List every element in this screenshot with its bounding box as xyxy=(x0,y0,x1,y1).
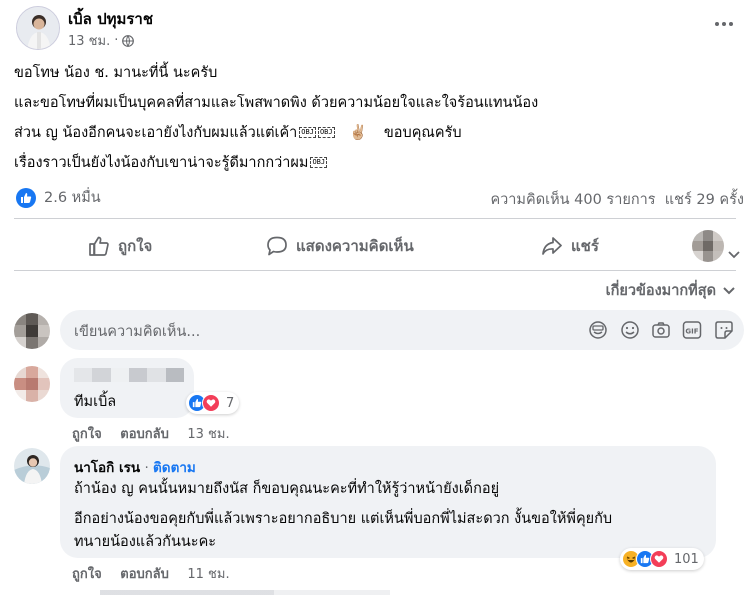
emoji-icon[interactable] xyxy=(620,320,640,340)
comment-time[interactable]: 13 ชม. xyxy=(187,427,229,442)
reply-preview-cutoff[interactable] xyxy=(100,590,390,595)
comment-text-line-2: อีกอย่างน้องขอคุยกับพี่แล้วเพราะอยากอธิบ… xyxy=(74,511,613,527)
comment-actions: ถูกใจ ตอบกลับ 11 ชม. xyxy=(72,563,244,584)
comment-composer[interactable]: เขียนความคิดเห็น... GIF xyxy=(60,310,744,350)
comment-like-button[interactable]: ถูกใจ xyxy=(72,567,102,582)
post-line-4: เรื่องราวเป็นยังไงน้องกับเขาน่าจะรู้ดีมา… xyxy=(14,155,328,171)
globe-icon xyxy=(122,34,135,47)
love-reaction-icon xyxy=(202,394,220,412)
obj-placeholder: OBJ xyxy=(317,127,335,138)
post-time[interactable]: 13 ชม. xyxy=(68,30,110,51)
commenter-name-redacted[interactable] xyxy=(74,368,184,382)
love-reaction-icon xyxy=(650,550,668,568)
follow-button[interactable]: ติดตาม xyxy=(153,460,196,476)
comment-button[interactable]: แสดงความคิดเห็น xyxy=(266,228,414,264)
current-user-avatar[interactable] xyxy=(14,313,50,349)
comment-bubble: นาโอกิ เรน · ติดตาม ถ้าน้อง ญ คนนั้นหมาย… xyxy=(60,446,716,558)
post-author-name[interactable]: เบิ้ล ปทุมราช xyxy=(68,7,153,31)
comment-text-line-3: ทนายน้องแล้วกันนะคะ xyxy=(74,534,217,550)
comment-icon xyxy=(267,236,287,256)
comment-reaction-count: 101 xyxy=(674,551,699,567)
like-button[interactable]: ถูกใจ xyxy=(88,228,152,264)
share-icon xyxy=(542,237,562,255)
reaction-summary[interactable]: 2.6 หมื่น xyxy=(16,186,101,209)
comment-reply-button[interactable]: ตอบกลับ xyxy=(120,427,169,442)
comment-text: ทีมเบิ้ล xyxy=(74,394,117,410)
camera-icon[interactable] xyxy=(651,320,671,340)
comment-reply-button[interactable]: ตอบกลับ xyxy=(120,567,169,582)
comment-text-line-1: ถ้าน้อง ญ คนนั้นหมายถึงนัส ก็ขอบคุณนะคะท… xyxy=(74,481,500,497)
divider xyxy=(14,270,736,271)
like-reaction-icon xyxy=(16,187,36,208)
comment-like-button[interactable]: ถูกใจ xyxy=(72,427,102,442)
chevron-down-icon[interactable] xyxy=(728,244,740,259)
share-button[interactable]: แชร์ xyxy=(541,228,599,264)
commenter-avatar[interactable] xyxy=(14,366,50,402)
comment-bubble: ทีมเบิ้ล xyxy=(60,358,194,418)
post-line-3: ส่วน ญ น้องอีกคนจะเอายังไงกับผมแล้วแต่เค… xyxy=(14,125,462,141)
comments-shares-count[interactable]: ความคิดเห็น 400 รายการ แชร์ 29 ครั้ง xyxy=(490,188,744,211)
comment-input[interactable]: เขียนความคิดเห็น... xyxy=(74,320,200,343)
commenter-avatar[interactable] xyxy=(14,448,50,484)
obj-placeholder: OBJ xyxy=(299,127,316,138)
sticker-square-icon[interactable] xyxy=(714,320,734,340)
sticker-icon[interactable] xyxy=(588,320,608,340)
comment-actions: ถูกใจ ตอบกลับ 13 ชม. xyxy=(72,423,244,444)
commenter-name[interactable]: นาโอกิ เรน xyxy=(74,460,140,476)
comment-filter[interactable]: เกี่ยวข้องมากที่สุด xyxy=(606,279,736,302)
peace-emoji: ✌🏼 xyxy=(349,125,368,141)
obj-placeholder: OBJ xyxy=(310,157,328,168)
reaction-count[interactable]: 2.6 หมื่น xyxy=(44,186,101,209)
divider xyxy=(14,218,736,219)
gif-icon[interactable]: GIF xyxy=(682,320,702,340)
comment-reactions[interactable]: 101 xyxy=(620,548,704,570)
comment-reaction-count: 7 xyxy=(226,395,235,411)
comment-reactions[interactable]: 7 xyxy=(186,392,240,414)
chevron-down-icon xyxy=(723,286,735,294)
thumbs-up-icon xyxy=(89,236,109,256)
comment-time[interactable]: 11 ชม. xyxy=(187,567,229,582)
post-meta: 13 ชม. · xyxy=(68,30,135,51)
svg-text:GIF: GIF xyxy=(685,328,698,336)
post-author-avatar[interactable] xyxy=(16,6,60,50)
more-options-icon[interactable] xyxy=(712,14,736,34)
post-line-2: และขอโทษที่ผมเป็นบุคคลที่สามและโพสพาดพิง… xyxy=(14,95,539,111)
comment-header: นาโอกิ เรน · ติดตาม xyxy=(74,460,196,476)
profile-picker-avatar[interactable] xyxy=(692,230,724,262)
post-line-1: ขอโทษ น้อง ช. มานะที่นี้ นะครับ xyxy=(14,65,218,81)
